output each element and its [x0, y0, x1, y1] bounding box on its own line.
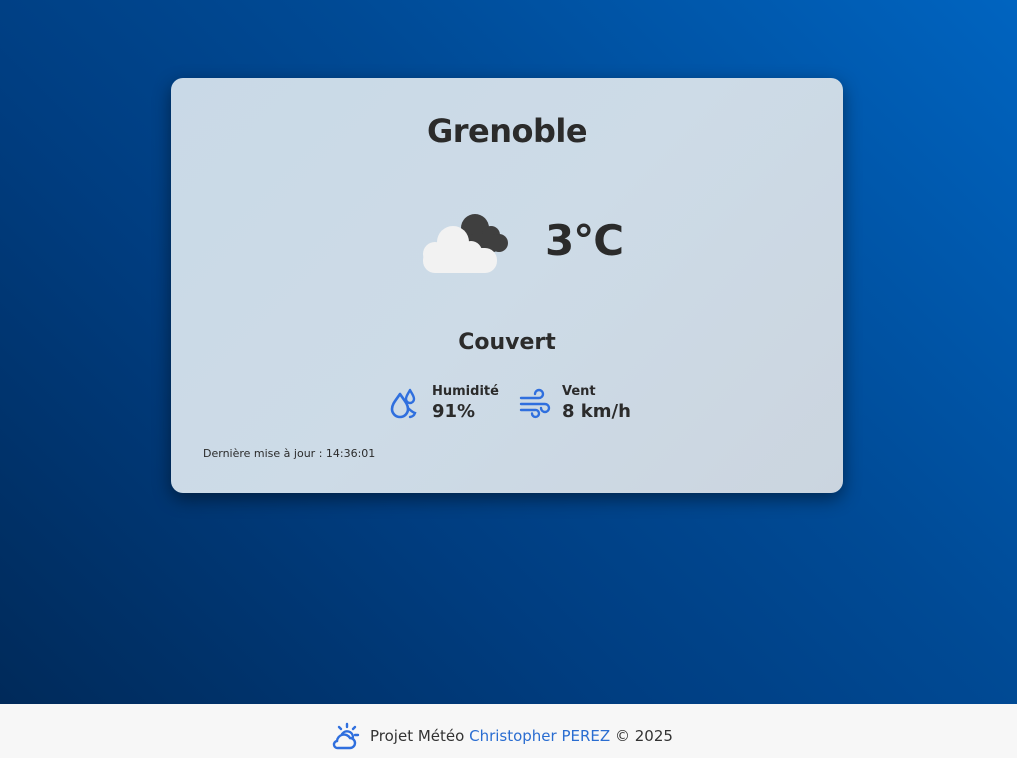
humidity-label: Humidité: [432, 384, 499, 399]
humidity-value: 91%: [432, 401, 476, 422]
temperature: 3°C: [545, 216, 624, 265]
overcast-cloud-icon: [423, 214, 508, 273]
wind-icon: [519, 388, 551, 419]
weather-card: Grenoble 3°C Couvert Humidité 91% Vent 8…: [171, 78, 843, 493]
footer-copyright: © 2025: [614, 727, 673, 745]
footer-prefix: Projet Météo: [370, 727, 465, 745]
weather-condition: Couvert: [458, 330, 556, 355]
wind-label: Vent: [562, 384, 596, 399]
last-update: Dernière mise à jour : 14:36:01: [203, 447, 376, 460]
city-name: Grenoble: [426, 112, 588, 150]
sun-cloud-icon: [332, 722, 360, 750]
footer: Projet Météo Christopher PEREZ © 2025: [0, 704, 1017, 758]
author-link[interactable]: Christopher PEREZ: [469, 727, 610, 745]
wind-value: 8 km/h: [562, 401, 631, 422]
humidity-drops-icon: [390, 388, 417, 419]
